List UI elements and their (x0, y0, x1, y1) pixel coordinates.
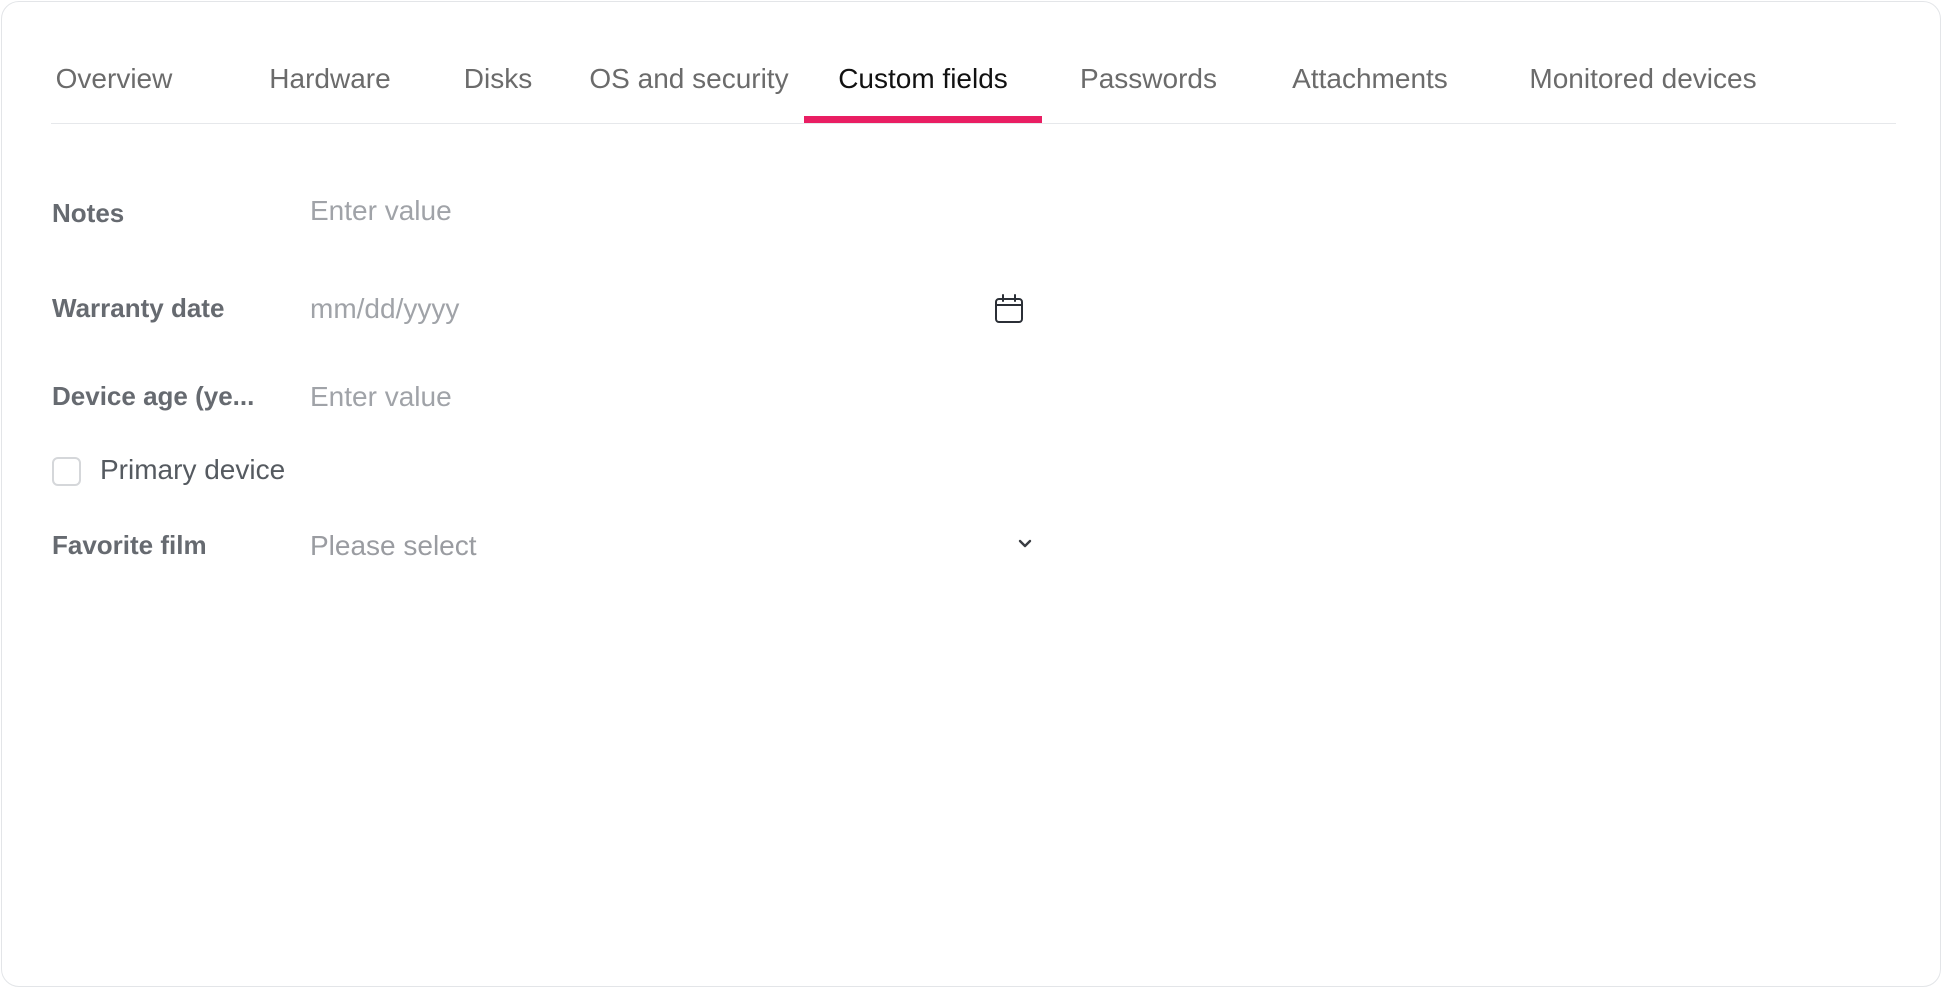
tab-monitored-devices[interactable]: Monitored devices (1495, 2, 1791, 123)
notes-input[interactable] (310, 191, 1035, 231)
tab-hardware[interactable]: Hardware (248, 2, 412, 123)
tab-attachments[interactable]: Attachments (1264, 2, 1476, 123)
favorite-film-label: Favorite film (52, 530, 207, 560)
tab-bar: Overview Hardware Disks OS and security … (51, 2, 1896, 124)
warranty-date-input[interactable] (310, 289, 970, 329)
tab-disks[interactable]: Disks (446, 2, 550, 123)
tab-overview[interactable]: Overview (51, 2, 177, 123)
tab-custom-fields[interactable]: Custom fields (804, 2, 1042, 123)
tab-passwords[interactable]: Passwords (1061, 2, 1236, 123)
primary-device-checkbox[interactable] (52, 457, 81, 486)
device-age-label: Device age (ye... (52, 381, 255, 411)
calendar-icon[interactable] (992, 292, 1026, 326)
notes-label: Notes (52, 198, 125, 228)
favorite-film-select[interactable]: Please select (310, 530, 477, 562)
warranty-date-label: Warranty date (52, 293, 225, 323)
device-age-input[interactable] (310, 377, 1035, 417)
tab-os-and-security[interactable]: OS and security (570, 2, 808, 123)
primary-device-label[interactable]: Primary device (100, 454, 285, 486)
chevron-down-icon[interactable] (1013, 531, 1037, 555)
custom-fields-panel: Overview Hardware Disks OS and security … (1, 1, 1941, 987)
